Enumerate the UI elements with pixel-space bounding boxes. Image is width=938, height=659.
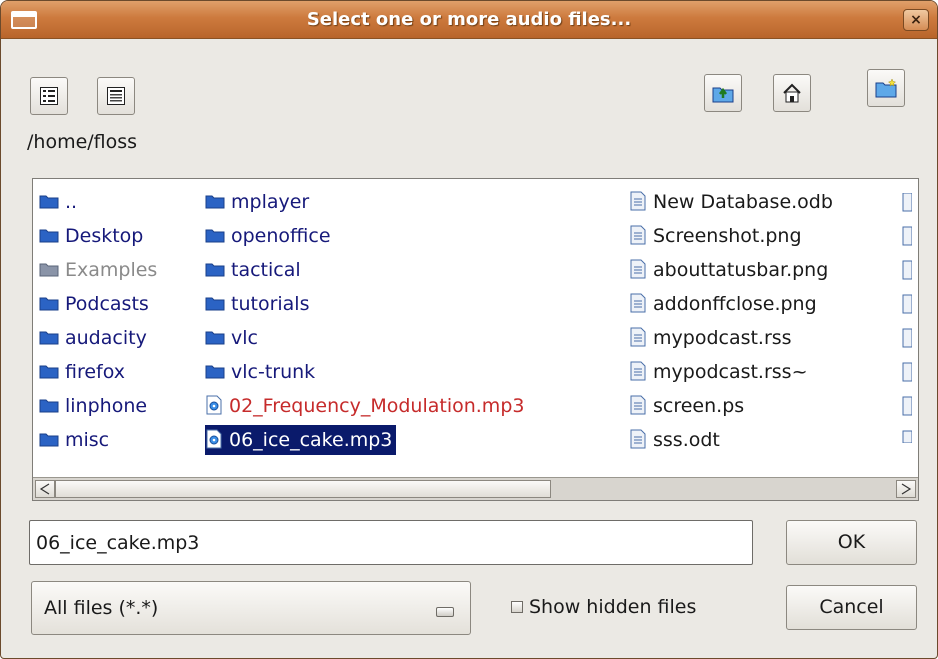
list-item[interactable]: vlc xyxy=(205,323,258,353)
folder-icon xyxy=(39,297,59,310)
list-item[interactable]: Podcasts xyxy=(39,289,149,319)
list-item[interactable]: mplayer xyxy=(205,187,309,217)
list-item[interactable]: addonffclose.png xyxy=(629,289,817,319)
document-icon xyxy=(630,429,646,448)
document-icon xyxy=(630,225,646,244)
folder-icon xyxy=(205,195,225,208)
list-item[interactable]: mypodcast.rss xyxy=(629,323,792,353)
folder-icon xyxy=(39,263,59,276)
arrow-right-icon xyxy=(901,483,912,495)
document-icon xyxy=(630,327,646,346)
audio-file-icon xyxy=(206,395,222,414)
folder-icon xyxy=(205,365,225,378)
document-icon xyxy=(630,293,646,312)
folder-icon xyxy=(39,195,59,208)
file-list[interactable]: .. Desktop Examples Podcasts audacity fi… xyxy=(32,178,919,501)
folder-icon xyxy=(205,331,225,344)
folder-icon xyxy=(205,263,225,276)
scroll-right-button[interactable] xyxy=(896,480,916,498)
cancel-button[interactable]: Cancel xyxy=(786,585,917,630)
list-item[interactable]: linphone xyxy=(39,391,147,421)
list-item[interactable]: abouttatusbar.png xyxy=(629,255,828,285)
filename-input[interactable] xyxy=(29,520,753,565)
list-item[interactable]: Desktop xyxy=(39,221,143,251)
home-folder-button[interactable] xyxy=(773,74,811,112)
horizontal-scrollbar[interactable] xyxy=(33,477,918,500)
list-item[interactable]: vlc-trunk xyxy=(205,357,315,387)
folder-icon xyxy=(39,365,59,378)
list-item[interactable]: audacity xyxy=(39,323,147,353)
document-icon xyxy=(902,193,912,443)
close-button[interactable]: × xyxy=(903,9,929,31)
list-item[interactable]: sss.odt xyxy=(629,425,720,455)
detail-view-icon xyxy=(40,87,58,105)
scrollbar-thumb[interactable] xyxy=(55,480,551,498)
list-item[interactable]: New Database.odb xyxy=(629,187,833,217)
window-title: Select one or more audio files... xyxy=(306,9,632,30)
list-item[interactable]: tutorials xyxy=(205,289,309,319)
new-folder-button[interactable] xyxy=(867,69,905,107)
list-item[interactable]: Screenshot.png xyxy=(629,221,802,251)
folder-icon xyxy=(39,399,59,412)
list-item[interactable]: firefox xyxy=(39,357,125,387)
folder-icon xyxy=(205,297,225,310)
document-icon xyxy=(630,191,646,210)
list-item[interactable]: screen.ps xyxy=(629,391,744,421)
folder-icon xyxy=(39,433,59,446)
parent-folder-button[interactable] xyxy=(704,74,742,112)
checkbox-icon[interactable] xyxy=(511,601,523,613)
current-path-label: /home/floss xyxy=(27,131,138,153)
list-item[interactable]: 02_Frequency_Modulation.mp3 xyxy=(205,391,524,421)
audio-file-icon xyxy=(206,429,222,448)
file-dialog-window: Select one or more audio files... × /hom… xyxy=(0,0,938,659)
file-type-filter[interactable]: All files (*.*) xyxy=(31,581,471,635)
show-hidden-files-toggle[interactable]: Show hidden files xyxy=(511,594,696,620)
list-view-icon xyxy=(107,87,125,105)
ok-button[interactable]: OK xyxy=(786,520,917,565)
parent-folder-icon xyxy=(712,87,734,103)
list-item[interactable]: Examples xyxy=(39,255,157,285)
dropdown-indicator-icon xyxy=(436,607,454,617)
title-bar[interactable]: Select one or more audio files... × xyxy=(1,1,937,39)
list-item[interactable]: mypodcast.rss~ xyxy=(629,357,808,387)
filter-selected-value: All files (*.*) xyxy=(44,597,159,619)
list-item[interactable]: tactical xyxy=(205,255,301,285)
document-icon xyxy=(630,361,646,380)
show-hidden-files-label: Show hidden files xyxy=(529,596,697,618)
folder-icon xyxy=(39,229,59,242)
document-icon xyxy=(630,259,646,278)
scroll-left-button[interactable] xyxy=(35,480,55,498)
detail-view-button[interactable] xyxy=(30,77,68,115)
arrow-left-icon xyxy=(39,483,50,495)
document-icon xyxy=(630,395,646,414)
list-item-selected[interactable]: 06_ice_cake.mp3 xyxy=(205,425,397,455)
home-folder-icon xyxy=(783,83,801,103)
folder-icon xyxy=(205,229,225,242)
list-view-button[interactable] xyxy=(97,77,135,115)
new-folder-icon xyxy=(875,78,897,98)
list-item[interactable]: openoffice xyxy=(205,221,331,251)
folder-icon xyxy=(39,331,59,344)
list-item[interactable]: .. xyxy=(39,187,77,217)
list-item[interactable]: misc xyxy=(39,425,109,455)
